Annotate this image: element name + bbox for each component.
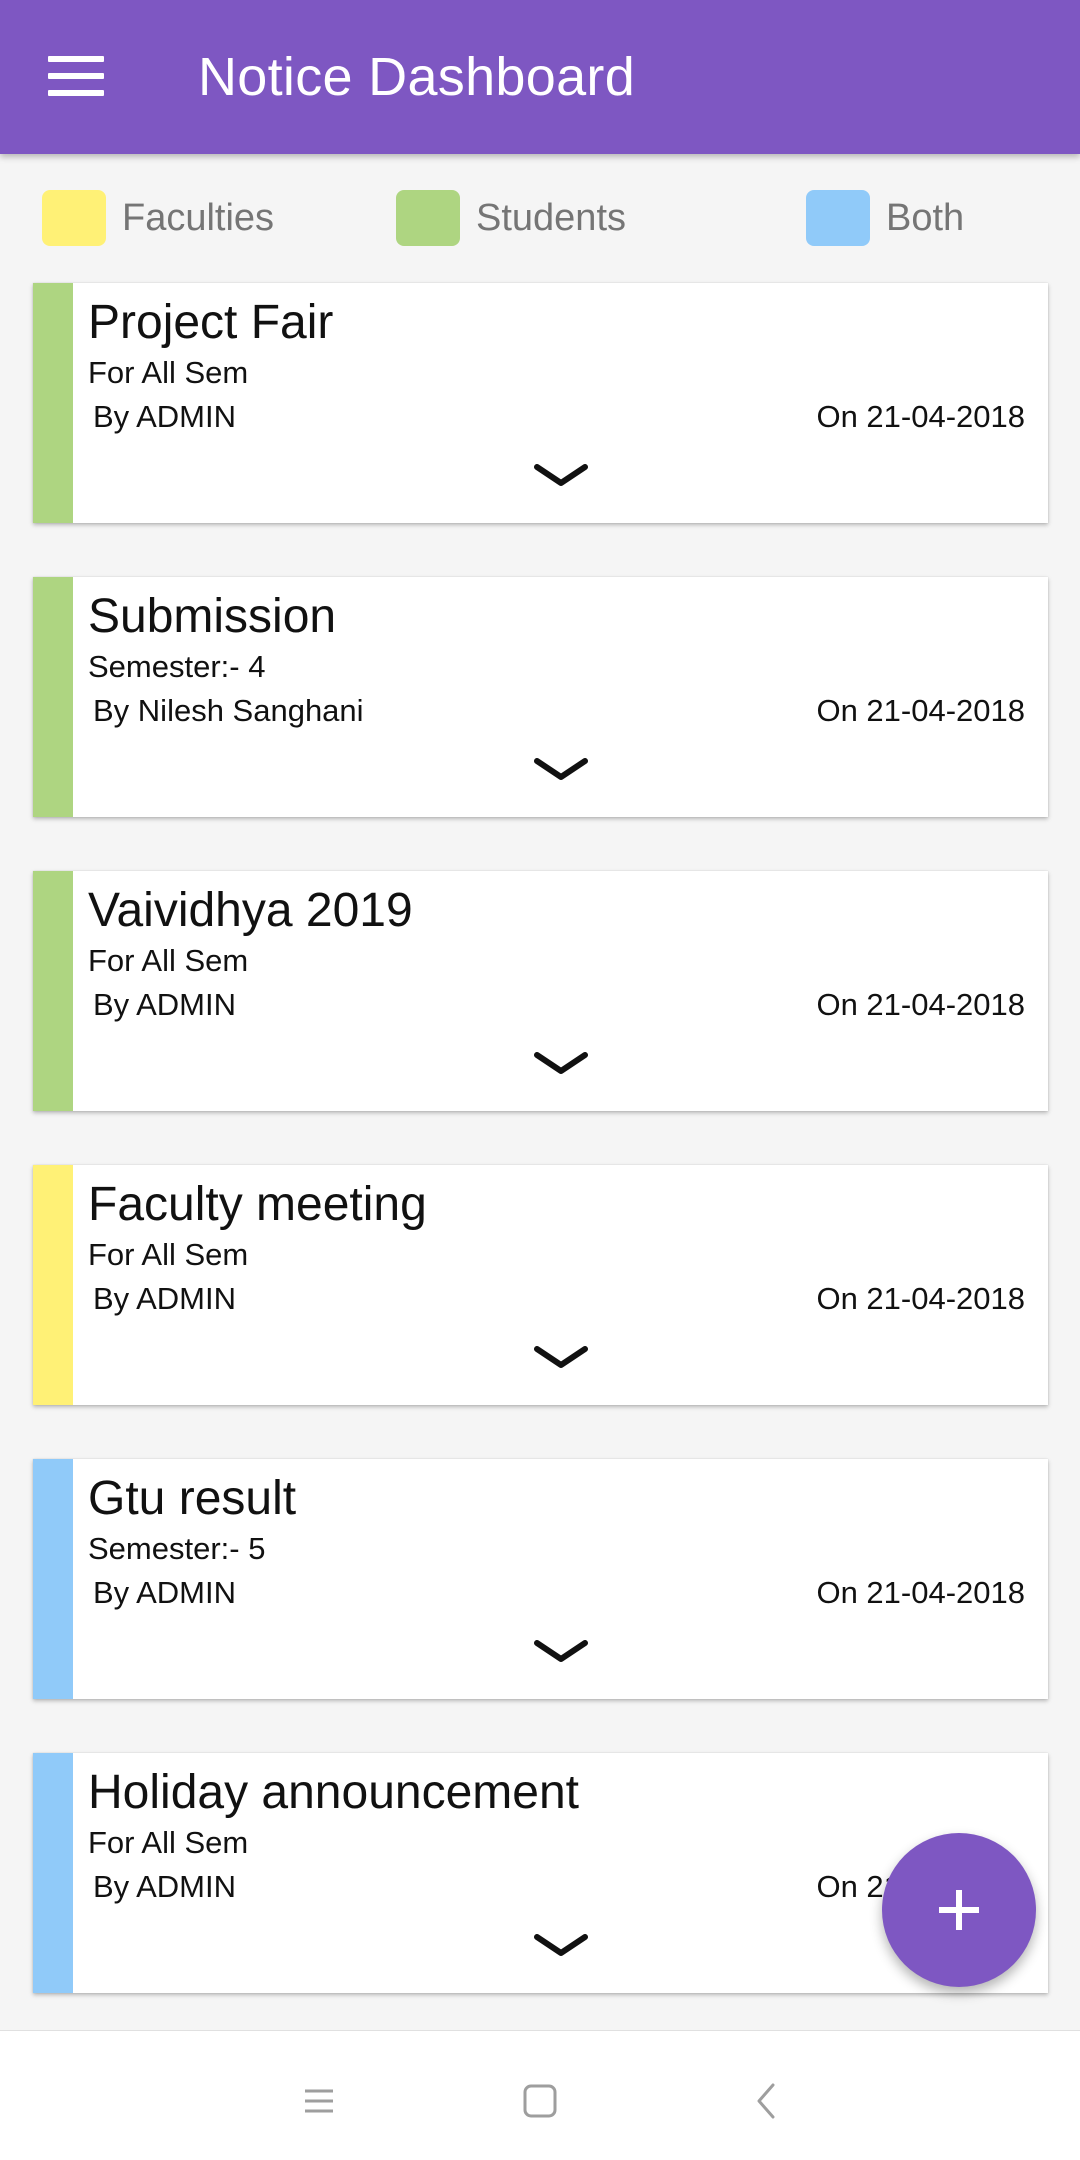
chevron-down-icon[interactable] [533,1931,589,1961]
notice-card[interactable]: Faculty meeting For All Sem By ADMIN On … [33,1165,1048,1405]
notice-semester: For All Sem [88,355,249,390]
notice-date: On 21-04-2018 [816,987,1025,1022]
chevron-down-icon[interactable] [533,461,589,491]
chevron-down-icon[interactable] [533,1637,589,1667]
notice-date: On 21-04-2018 [816,693,1025,728]
notice-semester: Semester:- 4 [88,649,266,684]
legend-swatch-faculties [42,190,106,246]
notice-title: Vaividhya 2019 [88,884,413,937]
legend-both: Both [806,188,964,248]
audience-color-stripe [33,577,73,817]
notice-author: By Nilesh Sanghani [93,693,364,728]
notice-author: By ADMIN [93,399,236,434]
notice-card[interactable]: Gtu result Semester:- 5 By ADMIN On 21-0… [33,1459,1048,1699]
app-bar: Notice Dashboard [0,0,1080,154]
add-notice-button[interactable] [882,1833,1036,1987]
legend-swatch-both [806,190,870,246]
plus-icon [939,1890,979,1930]
notice-title: Holiday announcement [88,1766,579,1819]
notice-semester: For All Sem [88,1825,249,1860]
notice-card[interactable]: Vaividhya 2019 For All Sem By ADMIN On 2… [33,871,1048,1111]
notice-semester: For All Sem [88,943,249,978]
legend-label-students: Students [476,196,626,239]
notice-card[interactable]: Submission Semester:- 4 By Nilesh Sangha… [33,577,1048,817]
legend-swatch-students [396,190,460,246]
notice-title: Gtu result [88,1472,297,1525]
legend-label-faculties: Faculties [122,196,275,239]
notice-title: Submission [88,590,337,643]
chevron-down-icon[interactable] [533,1049,589,1079]
audience-color-stripe [33,283,73,523]
notice-semester: Semester:- 5 [88,1531,266,1566]
legend-faculties: Faculties [42,188,274,248]
notice-author: By ADMIN [93,1869,236,1904]
audience-color-stripe [33,1753,73,1993]
app-title: Notice Dashboard [198,47,636,107]
audience-color-stripe [33,871,73,1111]
audience-color-stripe [33,1165,73,1405]
system-nav-bar [0,2030,1080,2160]
notice-author: By ADMIN [93,1575,236,1610]
recent-apps-icon[interactable] [289,2071,349,2131]
notice-title: Project Fair [88,296,334,349]
legend-students: Students [396,188,626,248]
back-icon[interactable] [737,2071,797,2131]
notice-date: On 21-04-2018 [816,1281,1025,1316]
chevron-down-icon[interactable] [533,755,589,785]
hamburger-menu-icon[interactable] [48,56,104,96]
notice-date: On 21-04-2018 [816,399,1025,434]
notice-card[interactable]: Project Fair For All Sem By ADMIN On 21-… [33,283,1048,523]
legend-label-both: Both [886,196,965,239]
notice-dashboard-screen: Notice Dashboard Faculties Students Both… [0,0,1080,2160]
notice-semester: For All Sem [88,1237,249,1272]
notice-author: By ADMIN [93,1281,236,1316]
home-icon[interactable] [510,2071,570,2131]
chevron-down-icon[interactable] [533,1343,589,1373]
notice-author: By ADMIN [93,987,236,1022]
notice-title: Faculty meeting [88,1178,427,1231]
notice-date: On 21-04-2018 [816,1575,1025,1610]
audience-color-stripe [33,1459,73,1699]
